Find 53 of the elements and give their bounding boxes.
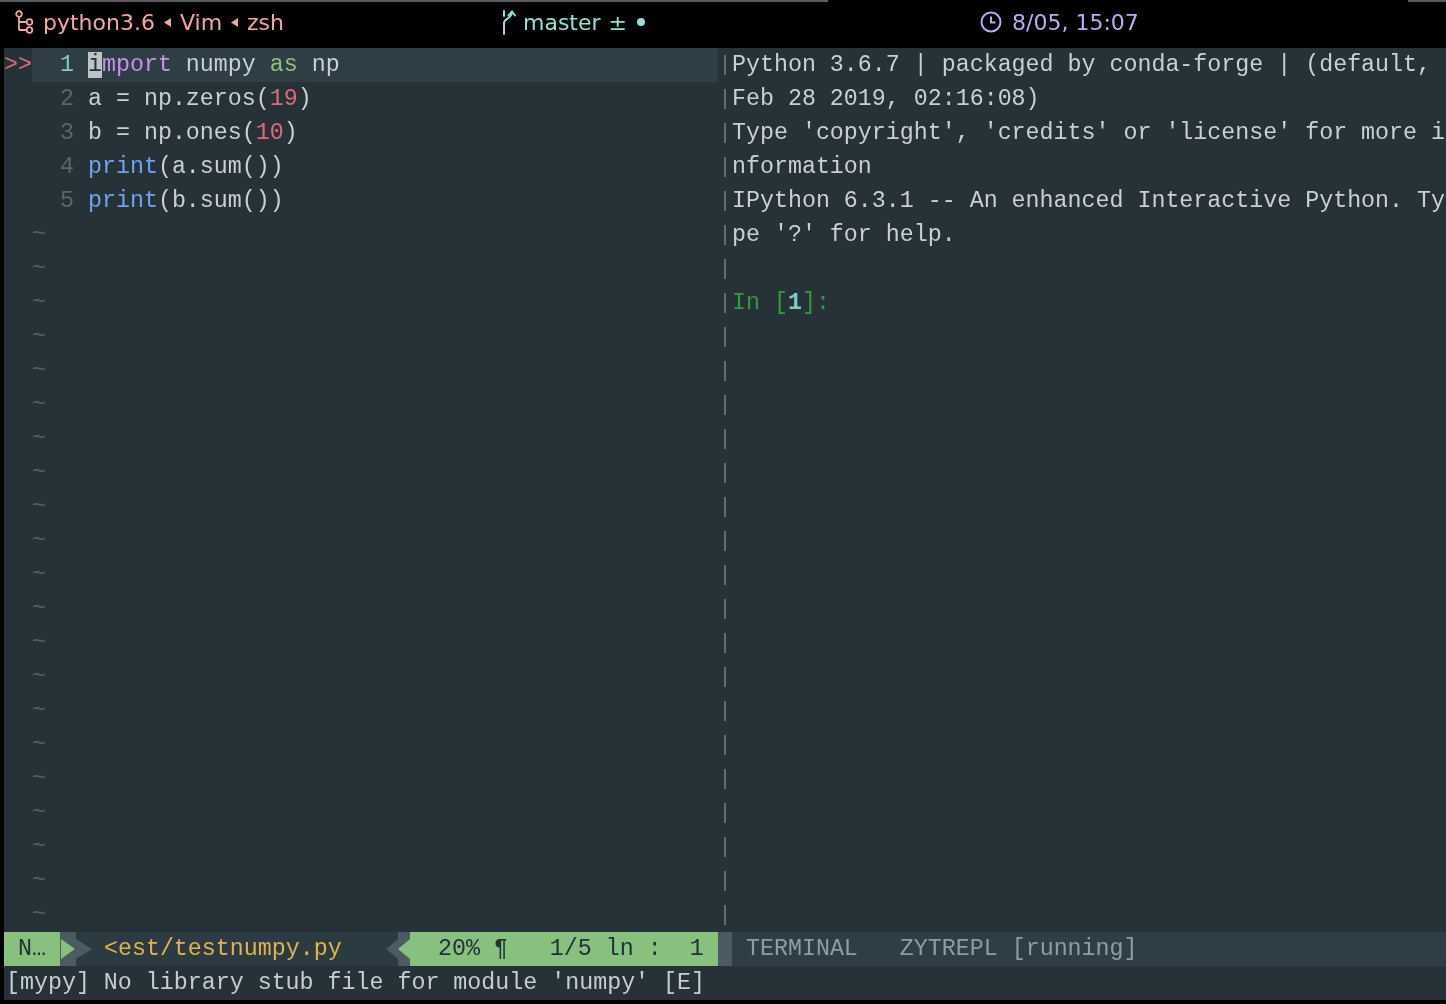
clock-icon [980,11,1002,33]
node-tree-icon [14,10,34,34]
lint-message: [mypy] No library stub file for module 'numpy' [E] [6,970,706,996]
code-line: b = np.ones(10) [88,119,298,148]
empty-line-tilde: ~ [32,459,46,488]
terminal-output-line: Type 'copyright', 'credits' or 'license' for more i [732,119,1445,148]
process-name: python3.6 [43,9,155,35]
code-line: print(b.sum()) [88,187,284,216]
input-prompt: In [1]: [732,289,830,318]
branch-name: master [523,9,601,35]
empty-line-tilde: ~ [32,391,46,420]
terminal-output-line: Feb 28 2019, 02:16:08) [732,85,1040,114]
empty-line-tilde: ~ [32,425,46,454]
terminal-output-line: pe '?' for help. [732,221,956,250]
repl-status: ZYTREPL [running] [899,935,1138,964]
empty-line-tilde: ~ [32,629,46,658]
terminal-output-line: Python 3.6.7 | packaged by conda-forge | (default, [732,51,1432,80]
empty-line-tilde: ~ [32,697,46,726]
separator-arrow-icon [386,932,410,966]
empty-line-tilde: ~ [32,765,46,794]
process-name: zsh [247,9,284,35]
line-number: 1 [60,52,74,78]
terminal-output-line: IPython 6.3.1 -- An enhanced Interactive Python. Ty [732,187,1445,216]
empty-line-tilde: ~ [32,561,46,590]
code-line: import numpy as np [88,51,340,80]
empty-line-tilde: ~ [32,323,46,352]
terminal-label: TERMINAL [746,935,858,964]
git-status-symbol: ± [608,9,628,35]
process-name: Vim [179,9,223,35]
branch-icon [500,9,516,35]
empty-line-tilde: ~ [32,493,46,522]
status-divider-block [718,932,732,966]
empty-line-tilde: ~ [32,901,46,930]
empty-line-tilde: ~ [32,731,46,760]
empty-line-tilde: ~ [32,595,46,624]
code-line: a = np.zeros(19) [88,85,312,114]
empty-line-tilde: ~ [32,527,46,556]
empty-line-tilde: ~ [32,867,46,896]
terminal-output-line: nformation [732,153,872,182]
triangle-left-icon [231,17,239,27]
empty-line-tilde: ~ [32,663,46,692]
empty-line-tilde: ~ [32,357,46,386]
empty-line-tilde: ~ [32,833,46,862]
empty-line-tilde: ~ [32,221,46,250]
error-sign: >> [4,52,32,78]
code-line: print(a.sum()) [88,153,284,182]
empty-line-tilde: ~ [32,255,46,284]
empty-line-tilde: ~ [32,289,46,318]
empty-line-tilde: ~ [32,799,46,828]
triangle-left-icon [163,17,171,27]
clock-time: 8/05, 15:07 [1012,9,1139,35]
separator-arrow-icon [59,932,94,966]
file-path: <est/testnumpy.py [103,935,342,964]
